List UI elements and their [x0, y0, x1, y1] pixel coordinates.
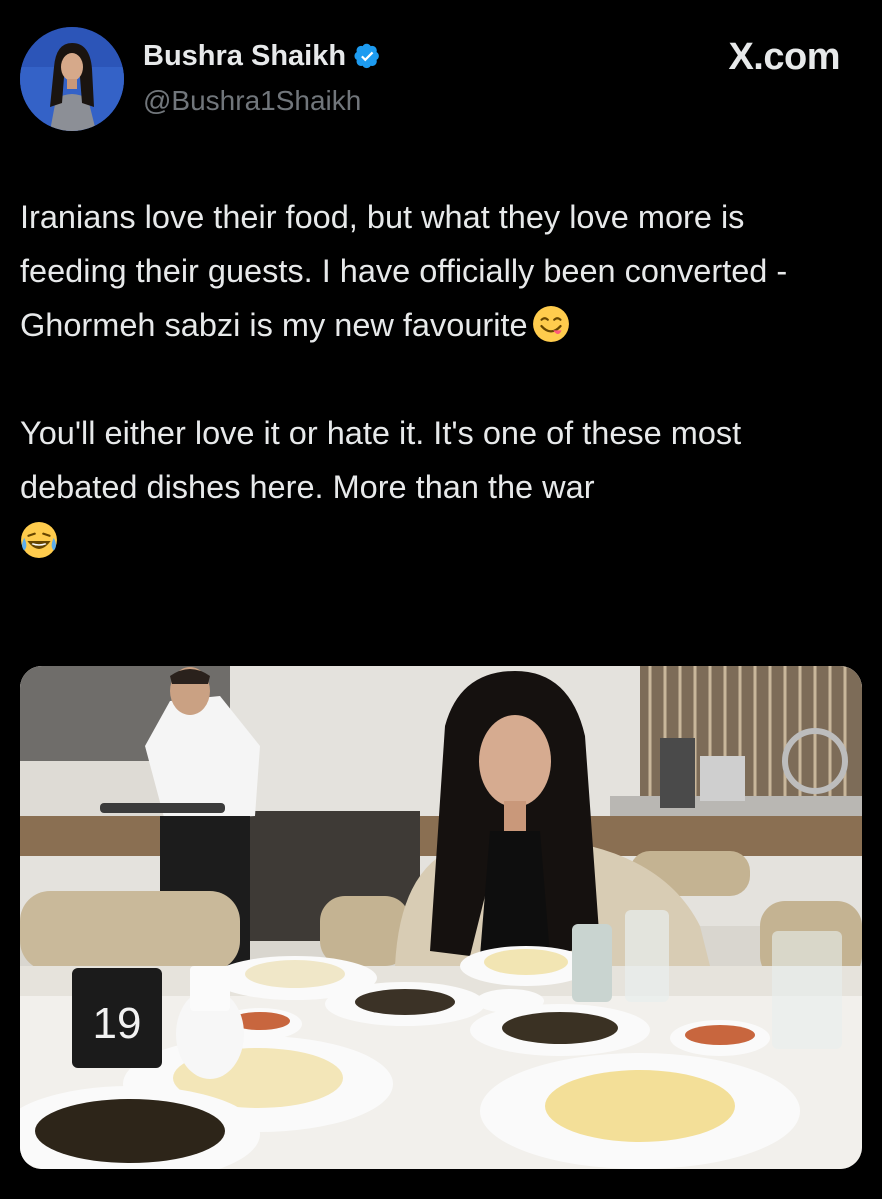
brand-logo: X.com	[728, 36, 840, 78]
table-number: 19	[93, 999, 142, 1048]
post-header: Bushra Shaikh @Bushra1Shaikh X.com	[0, 0, 882, 160]
verified-badge-icon	[354, 43, 379, 69]
post-paragraph-1-text: Iranians love their food, but what they …	[20, 199, 797, 343]
tears-of-joy-emoji-icon	[21, 522, 57, 559]
author-handle[interactable]: @Bushra1Shaikh	[143, 85, 361, 117]
post-paragraph-1: Iranians love their food, but what they …	[20, 190, 860, 352]
author-name[interactable]: Bushra Shaikh	[143, 40, 346, 73]
post-paragraph-2: You'll either love it or hate it. It's o…	[20, 406, 860, 568]
avatar[interactable]	[20, 27, 124, 131]
post-media-photo[interactable]: 19	[20, 666, 862, 1169]
yum-face-emoji-icon	[532, 306, 569, 343]
post-body: Iranians love their food, but what they …	[20, 190, 860, 568]
post-paragraph-2-text: You'll either love it or hate it. It's o…	[20, 415, 751, 505]
